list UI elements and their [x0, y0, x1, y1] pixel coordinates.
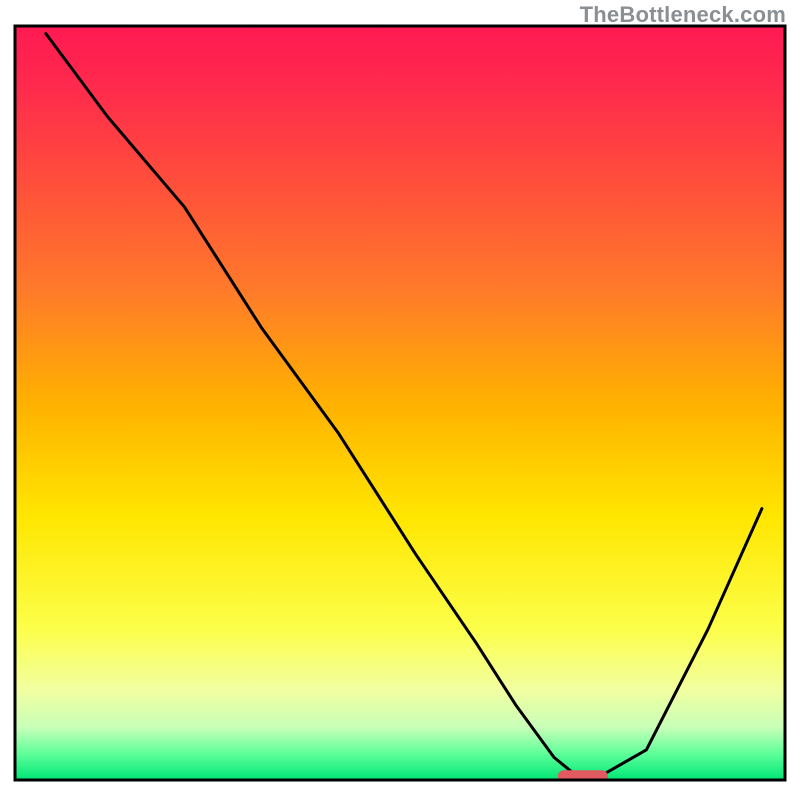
chart-svg: [0, 0, 800, 800]
watermark-text: TheBottleneck.com: [580, 2, 786, 28]
heat-gradient-background: [15, 26, 785, 780]
chart-stage: TheBottleneck.com: [0, 0, 800, 800]
